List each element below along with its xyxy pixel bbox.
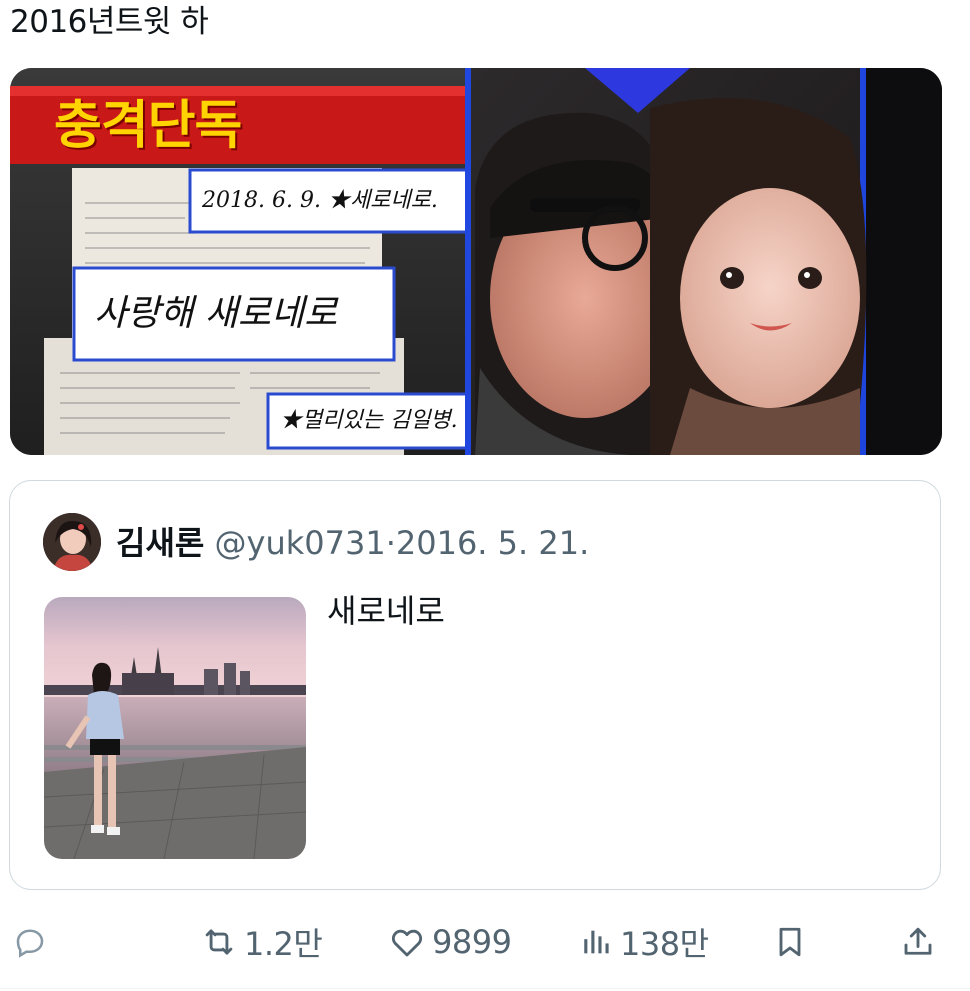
reply-icon <box>12 924 48 960</box>
share-icon <box>900 924 936 960</box>
quoted-tweet-image[interactable] <box>44 597 306 859</box>
note-date-label: 2018. 6. 9. ★세로네로. <box>202 188 438 213</box>
like-count: 9899 <box>432 923 512 961</box>
retweet-icon <box>200 923 238 961</box>
quoted-tweet-card[interactable]: 김새론 @yuk0731·2016. 5. 21. 새로네로 <box>9 480 941 890</box>
view-count: 138만 <box>620 925 709 963</box>
header-separator: · <box>385 524 396 562</box>
share-button[interactable] <box>900 912 936 972</box>
divider <box>0 988 970 989</box>
views-button[interactable]: 138만 <box>580 912 709 972</box>
reply-button[interactable] <box>12 912 48 972</box>
heart-icon <box>388 923 426 961</box>
author-name[interactable]: 김새론 <box>116 524 204 562</box>
analytics-icon <box>580 925 614 959</box>
avatar[interactable] <box>43 513 101 571</box>
bookmark-button[interactable] <box>772 912 808 972</box>
quoted-tweet-header: 김새론 @yuk0731·2016. 5. 21. <box>116 523 589 563</box>
headline-badge: 충격단독 <box>54 96 242 156</box>
like-button[interactable]: 9899 <box>388 912 512 972</box>
quoted-tweet-text: 새로네로 <box>327 592 445 630</box>
retweet-button[interactable]: 1.2만 <box>200 912 323 972</box>
tweet-date[interactable]: 2016. 5. 21. <box>396 524 589 562</box>
note-sign-label: ★멀리있는 김일병. <box>280 408 458 433</box>
retweet-count: 1.2만 <box>244 925 323 963</box>
note-love-label: 사랑해 새로네로 <box>94 293 338 334</box>
tweet-text: 2016년트윗 하 <box>10 4 209 40</box>
tweet-actions: 1.2만 9899 138만 <box>0 912 970 972</box>
tweet-media-image[interactable]: 충격단독 2018. 6. 9. ★세로네로. 사랑해 새로네로 ★멀리있는 김… <box>10 68 942 455</box>
bookmark-icon <box>772 924 808 960</box>
author-handle[interactable]: @yuk0731 <box>215 524 386 562</box>
